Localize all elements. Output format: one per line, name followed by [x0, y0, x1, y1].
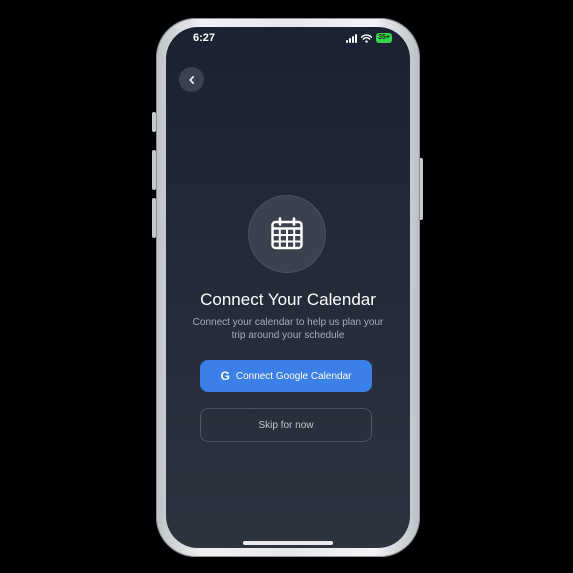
back-button[interactable]: [179, 67, 204, 92]
connect-google-calendar-button[interactable]: G Connect Google Calendar: [200, 360, 372, 392]
skip-for-now-label: Skip for now: [258, 419, 314, 431]
app-screen: 6:27 35+ Connect Your Calendar Connect y…: [166, 27, 410, 548]
page-title: Connect Your Calendar: [200, 290, 376, 309]
battery-indicator: 35+: [376, 33, 392, 43]
calendar-icon: [271, 217, 303, 250]
status-icons: 35+: [346, 33, 392, 43]
google-icon: G: [220, 369, 230, 383]
device-mockup: 6:27 35+ Connect Your Calendar Connect y…: [0, 0, 573, 573]
chevron-left-icon: [188, 75, 194, 84]
page-subtitle: Connect your calendar to help us plan yo…: [192, 317, 384, 341]
skip-for-now-button[interactable]: Skip for now: [200, 408, 372, 442]
calendar-icon-badge: [248, 195, 326, 273]
cellular-signal-icon: [346, 33, 358, 43]
status-bar: 6:27 35+: [166, 27, 410, 51]
connect-google-calendar-label: Connect Google Calendar: [235, 370, 352, 382]
status-time: 6:27: [193, 32, 216, 44]
wifi-icon: [361, 33, 373, 43]
home-indicator[interactable]: [243, 541, 333, 545]
